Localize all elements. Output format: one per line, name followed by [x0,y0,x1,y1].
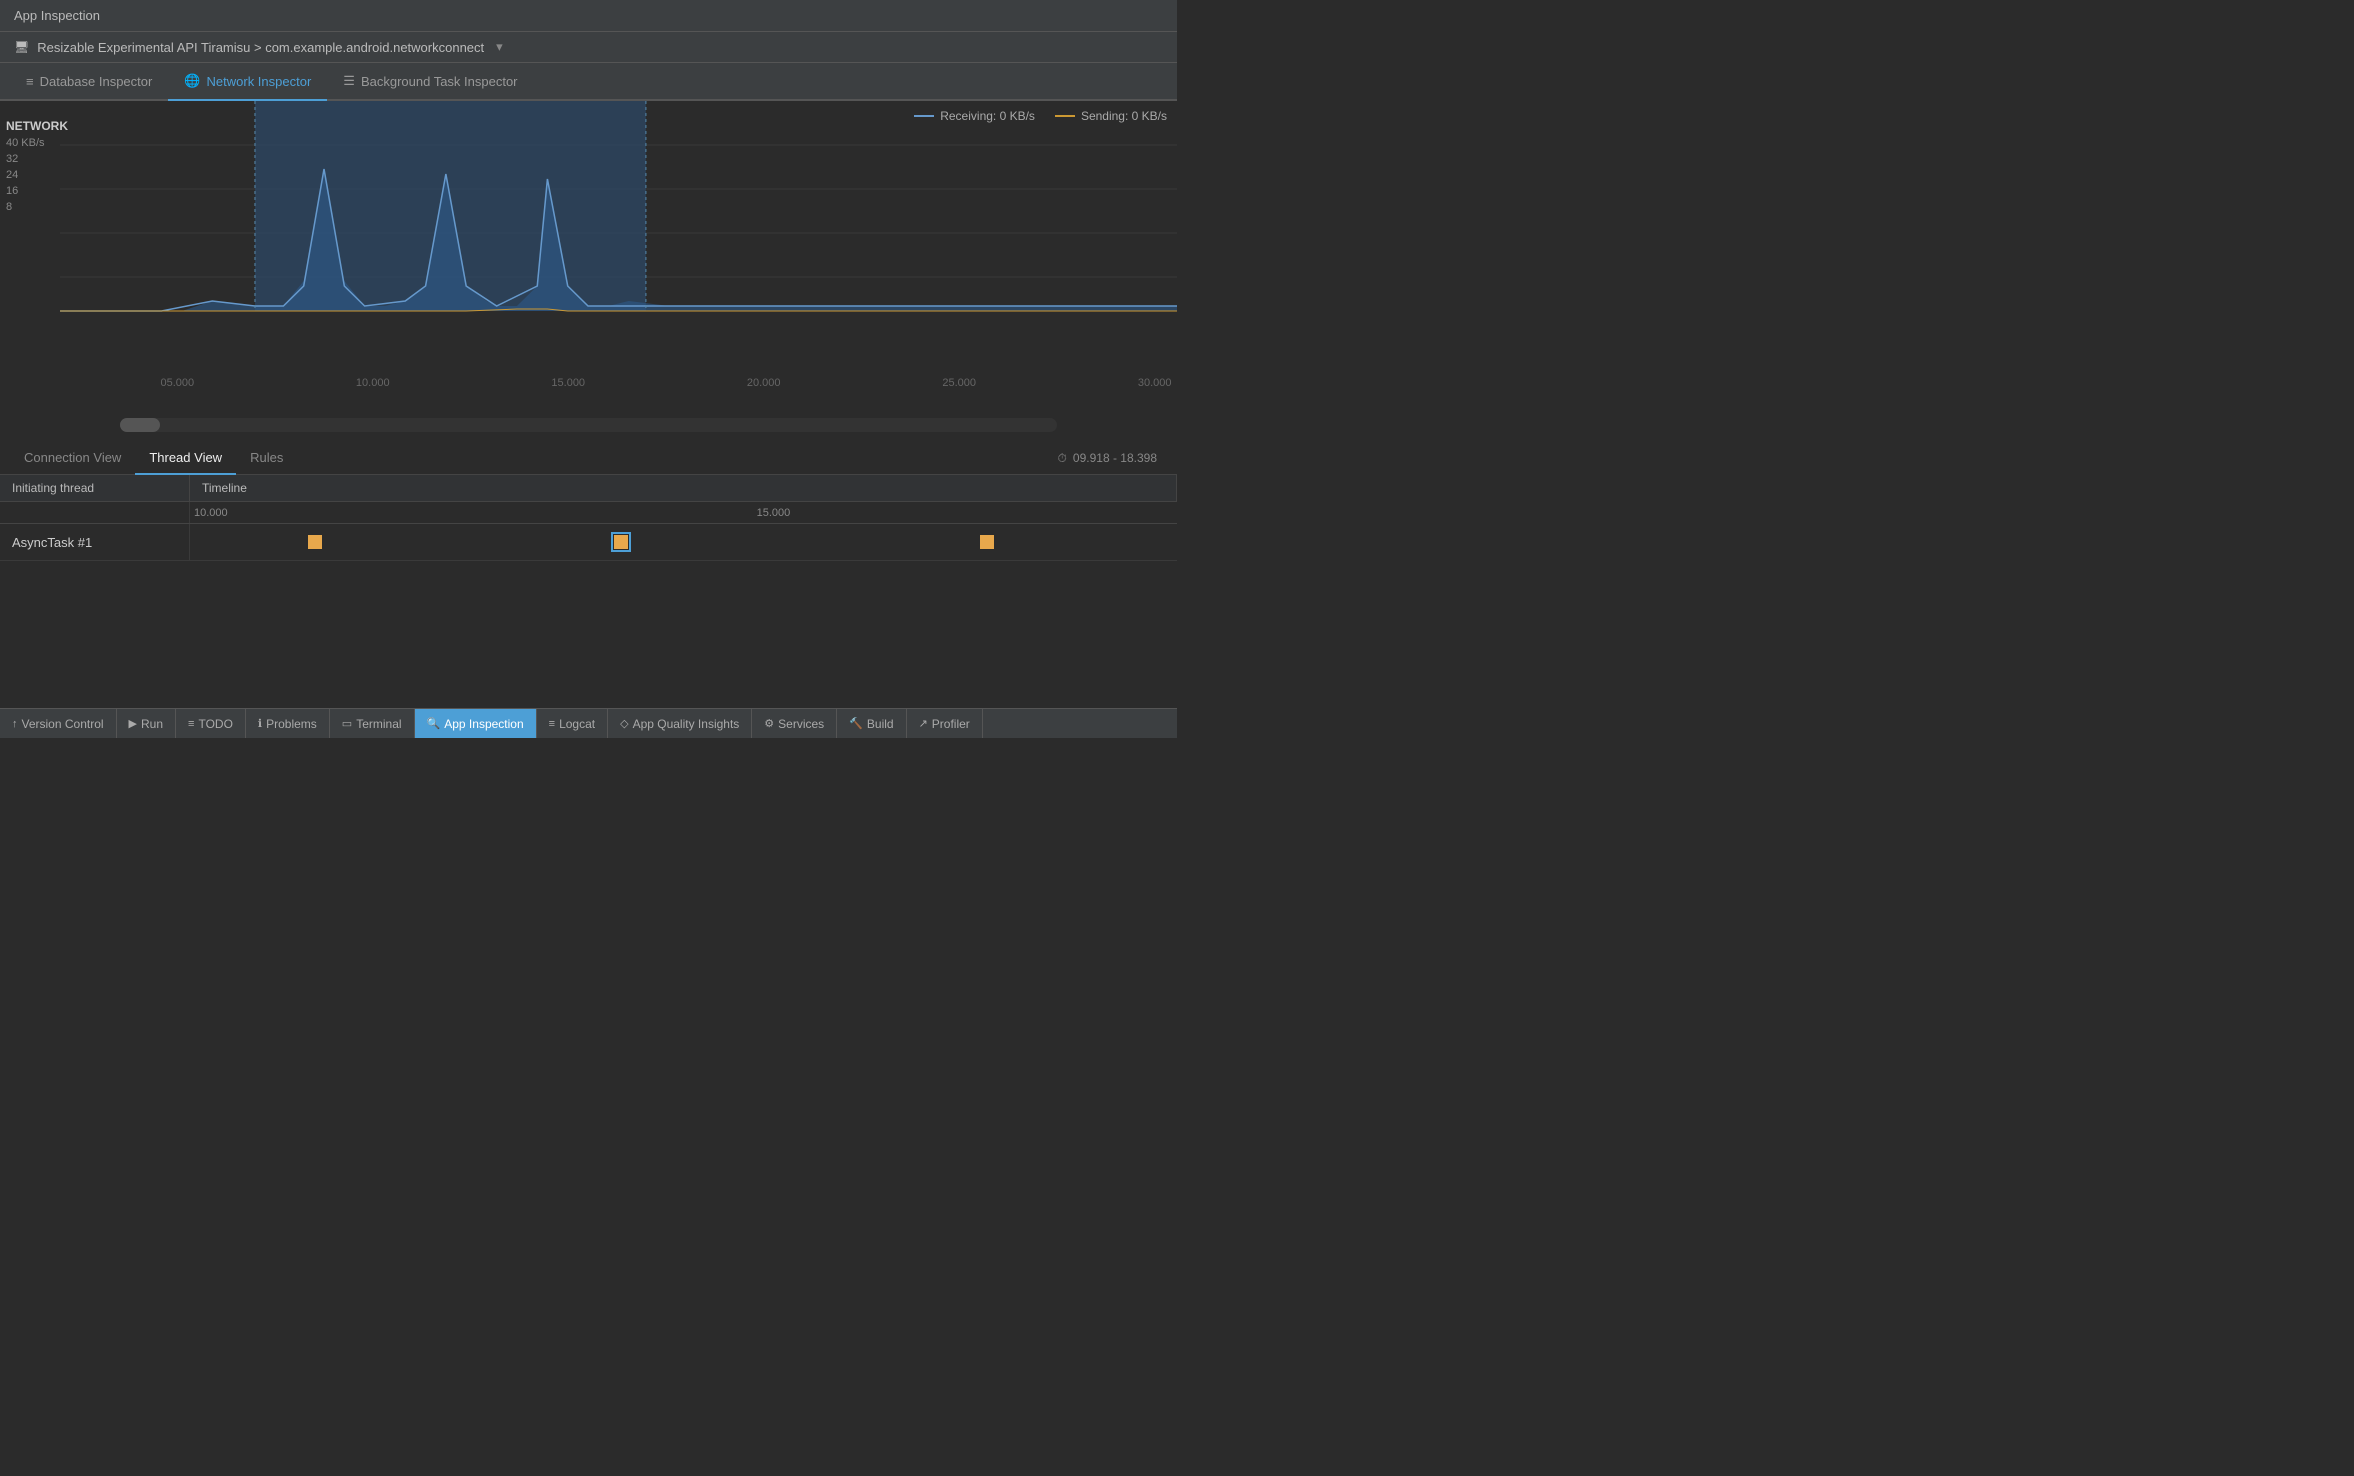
y-label-8: 8 [0,199,60,215]
problems-icon: ℹ [258,717,262,730]
receiving-legend: Receiving: 0 KB/s [914,109,1035,123]
problems-label: Problems [266,717,317,731]
build-label: Build [867,717,894,731]
status-problems[interactable]: ℹ Problems [246,709,330,738]
timeline-marker-3[interactable] [980,535,994,549]
time-label-5: 05.000 [160,377,194,389]
chart-title: NETWORK [0,111,60,135]
sending-legend-label: Sending: 0 KB/s [1081,109,1167,123]
title-bar: App Inspection [0,0,1177,32]
app-quality-icon: ◇ [620,717,628,730]
status-todo[interactable]: ≡ TODO [176,709,246,738]
device-icon: 🖥 [14,40,29,54]
database-tab-label: Database Inspector [40,74,153,89]
time-label-10: 10.000 [356,377,390,389]
device-name: Resizable Experimental API Tiramisu > co… [37,40,484,55]
chart-section: NETWORK 40 KB/s 32 24 16 8 Receiving: 0 … [0,101,1177,371]
timeline-marker-2-selected[interactable] [614,535,628,549]
database-tab-icon: ≡ [26,74,34,89]
terminal-label: Terminal [356,717,401,731]
services-icon: ⚙ [764,717,774,730]
table-row: AsyncTask #1 [0,524,1177,561]
time-label-20: 20.000 [747,377,781,389]
todo-label: TODO [198,717,232,731]
tab-network[interactable]: 🌐 Network Inspector [168,63,327,101]
tab-background[interactable]: ☰ Background Task Inspector [327,63,533,101]
sending-legend: Sending: 0 KB/s [1055,109,1167,123]
receiving-legend-line [914,115,934,117]
thread-col-timeline: Timeline [190,475,1177,501]
chart-main[interactable]: Receiving: 0 KB/s Sending: 0 KB/s [60,101,1177,371]
network-chart-svg[interactable] [60,101,1177,321]
status-logcat[interactable]: ≡ Logcat [537,709,608,738]
tab-database[interactable]: ≡ Database Inspector [10,64,168,101]
status-bar: ↑ Version Control ▶ Run ≡ TODO ℹ Problem… [0,708,1177,738]
sub-tab-thread-label: Thread View [149,450,222,465]
clock-icon: ⏱ [1058,451,1067,466]
thread-table-body[interactable]: 10.000 15.000 AsyncTask #1 [0,502,1177,708]
thread-timeline-asynctask[interactable] [190,524,1177,560]
timeline-marker-1[interactable] [308,535,322,549]
terminal-icon: ▭ [342,717,352,730]
sub-tab-thread[interactable]: Thread View [135,442,236,475]
background-tab-icon: ☰ [343,73,355,89]
device-bar[interactable]: 🖥 Resizable Experimental API Tiramisu > … [0,32,1177,63]
chart-scrollbar[interactable] [0,411,1177,442]
status-run[interactable]: ▶ Run [117,709,176,738]
sub-tab-connection[interactable]: Connection View [10,442,135,475]
time-label-15: 15.000 [551,377,585,389]
status-app-inspection[interactable]: 🔍 App Inspection [415,709,537,738]
main-tabs-row: ≡ Database Inspector 🌐 Network Inspector… [0,63,1177,101]
sub-tabs-row: Connection View Thread View Rules ⏱ 09.9… [0,442,1177,475]
services-label: Services [778,717,824,731]
time-label-25: 25.000 [942,377,976,389]
status-build[interactable]: 🔨 Build [837,709,906,738]
y-label-32: 32 [0,151,60,167]
app-inspection-label: App Inspection [444,717,523,731]
sub-tab-connection-label: Connection View [24,450,121,465]
timeline-ruler: 10.000 15.000 [190,502,1177,523]
status-profiler[interactable]: ↗ Profiler [907,709,983,738]
logcat-label: Logcat [559,717,595,731]
version-control-label: Version Control [22,717,104,731]
sub-tab-rules-label: Rules [250,450,283,465]
receiving-legend-label: Receiving: 0 KB/s [940,109,1035,123]
ruler-label-15: 15.000 [753,505,795,521]
chart-y-axis: NETWORK 40 KB/s 32 24 16 8 [0,101,60,371]
status-terminal[interactable]: ▭ Terminal [330,709,415,738]
network-tab-icon: 🌐 [184,73,200,89]
todo-icon: ≡ [188,718,194,730]
app-quality-label: App Quality Insights [633,717,740,731]
y-label-24: 24 [0,167,60,183]
background-tab-label: Background Task Inspector [361,74,518,89]
ruler-label-10: 10.000 [190,505,232,521]
app-title: App Inspection [14,8,100,23]
thread-name-asynctask: AsyncTask #1 [0,524,190,560]
thread-col-initiating: Initiating thread [0,475,190,501]
profiler-label: Profiler [932,717,970,731]
run-label: Run [141,717,163,731]
asynctask-label: AsyncTask #1 [12,535,92,550]
status-version-control[interactable]: ↑ Version Control [0,709,117,738]
chevron-down-icon[interactable]: ▾ [496,39,503,55]
y-label-40: 40 KB/s [0,135,60,151]
build-icon: 🔨 [849,717,863,730]
chart-legend: Receiving: 0 KB/s Sending: 0 KB/s [914,109,1167,123]
network-tab-label: Network Inspector [207,74,312,89]
version-control-icon: ↑ [12,718,18,730]
run-icon: ▶ [129,717,137,730]
y-label-16: 16 [0,183,60,199]
sending-legend-line [1055,115,1075,117]
time-range-display: ⏱ 09.918 - 18.398 [1058,451,1167,466]
thread-table-header: Initiating thread Timeline [0,475,1177,502]
time-axis: 05.000 10.000 15.000 20.000 25.000 30.00… [60,371,1177,411]
status-app-quality[interactable]: ◇ App Quality Insights [608,709,752,738]
status-services[interactable]: ⚙ Services [752,709,837,738]
logcat-icon: ≡ [549,718,555,730]
sub-tab-rules[interactable]: Rules [236,442,297,475]
app-inspection-icon: 🔍 [427,717,441,730]
time-range-value: 09.918 - 18.398 [1073,451,1157,465]
time-label-30: 30.000 [1138,377,1172,389]
profiler-icon: ↗ [919,717,928,730]
